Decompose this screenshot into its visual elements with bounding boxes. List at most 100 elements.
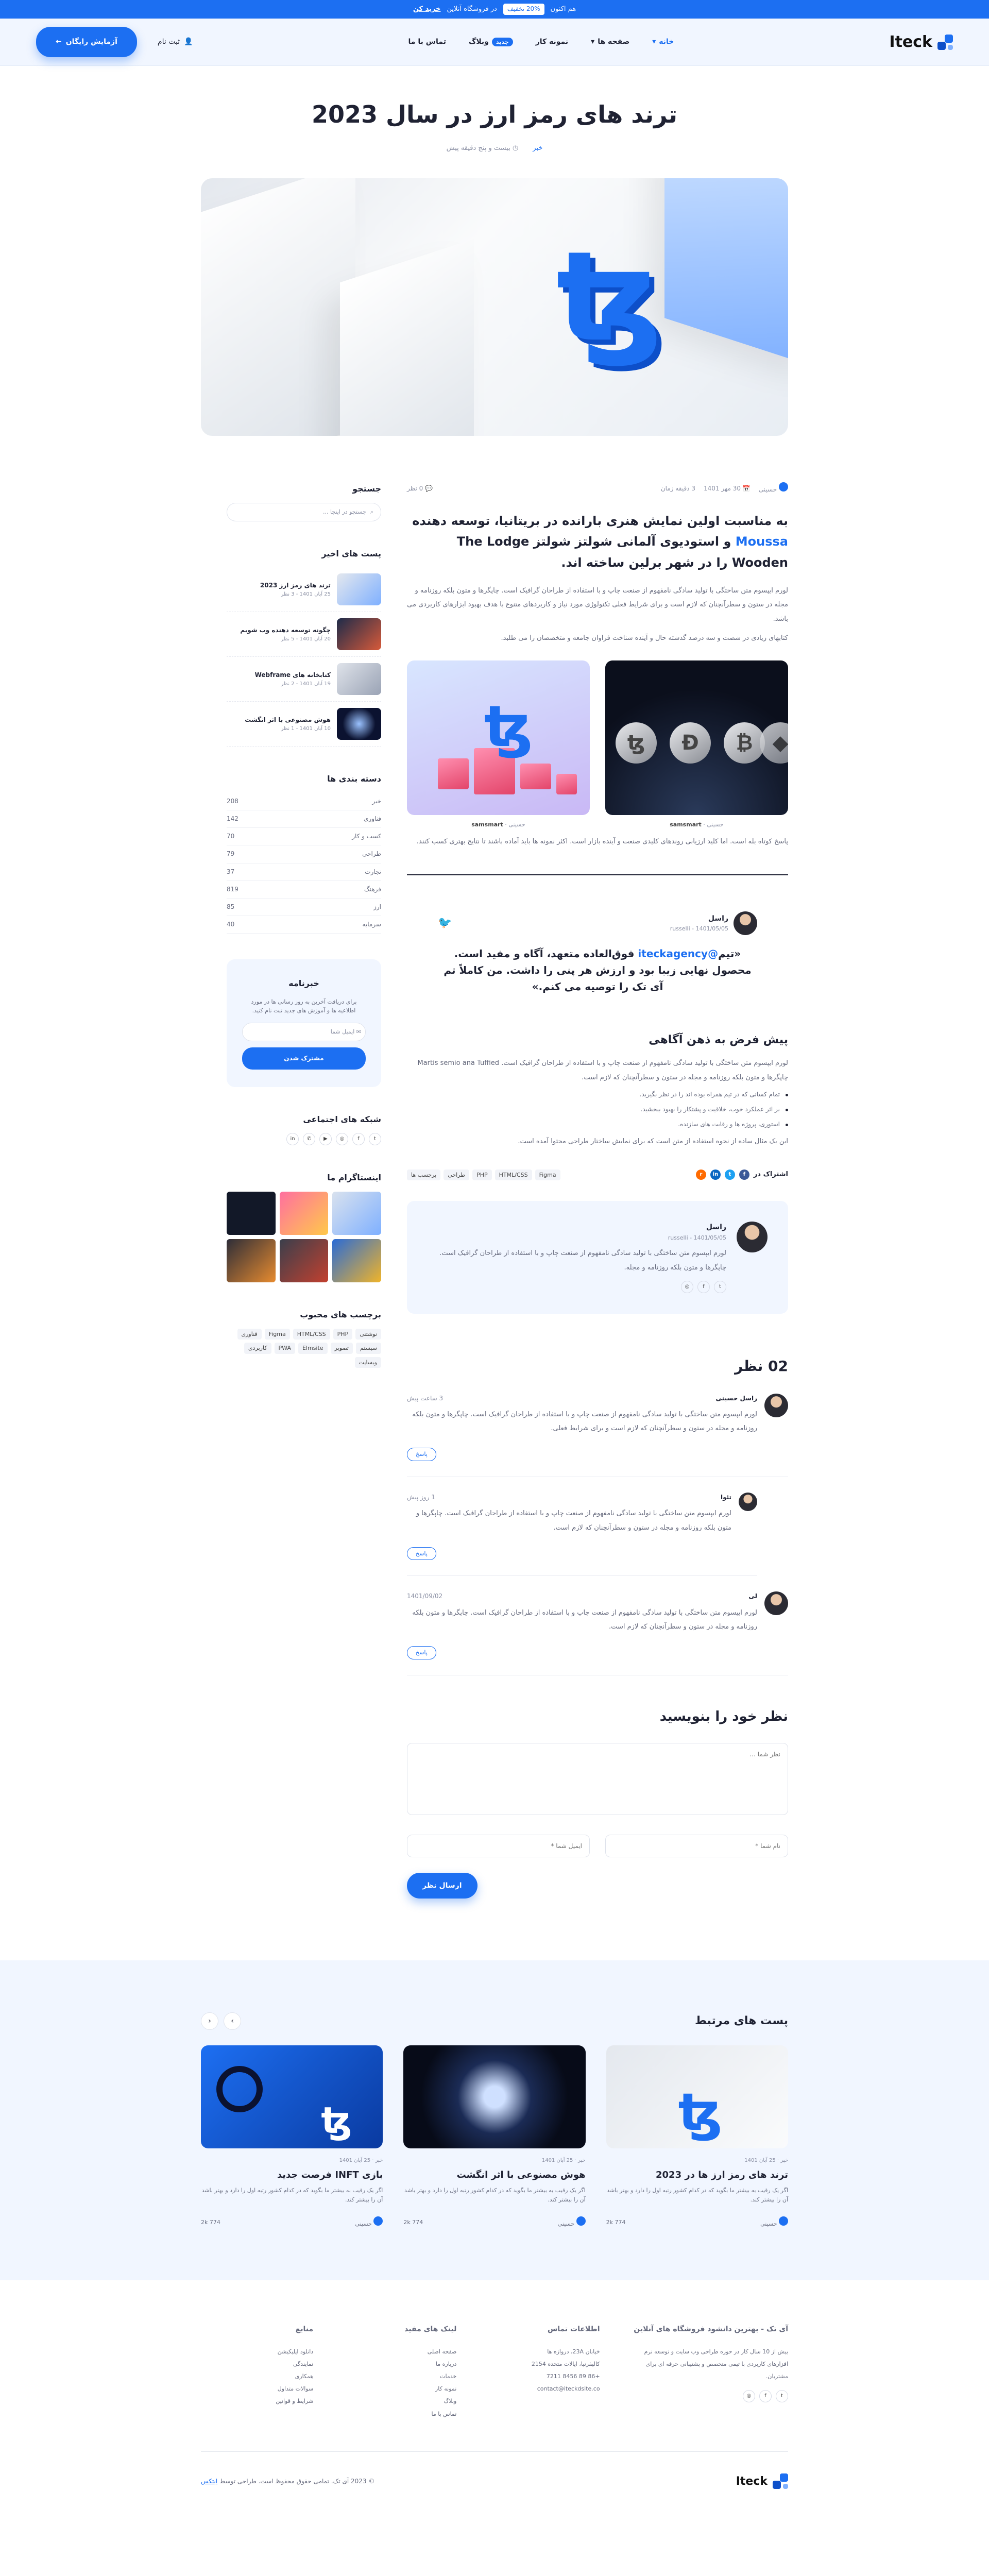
linkedin-icon[interactable]: in: [710, 1170, 721, 1180]
footer-link[interactable]: وبلاگ: [344, 2395, 457, 2408]
footer-link[interactable]: نمایندگی: [201, 2358, 313, 2370]
insta-image[interactable]: [227, 1239, 276, 1283]
arrow-left-icon[interactable]: ‹: [201, 2012, 218, 2030]
nav-pages[interactable]: صفحه ها ▾: [591, 36, 629, 47]
post-read-time: ◷ بیست و پنج دقیقه پیش: [446, 144, 519, 152]
twitter-icon[interactable]: t: [369, 1133, 381, 1146]
insta-image[interactable]: [227, 1192, 276, 1235]
rss-icon[interactable]: r: [695, 1170, 706, 1180]
name-input[interactable]: [605, 1834, 788, 1857]
quote-author-handle: russelli - 1401/05/05: [670, 925, 728, 933]
email-input[interactable]: [407, 1834, 590, 1857]
recent-post-item[interactable]: ترند های رمز ارز 2023 25 آبان 1401 - 3 نظ…: [227, 567, 381, 613]
category-item[interactable]: کسب و کار 70: [227, 828, 381, 846]
category-item[interactable]: خبر 208: [227, 793, 381, 810]
insta-image[interactable]: [279, 1192, 329, 1235]
facebook-icon[interactable]: f: [739, 1170, 749, 1180]
author-avatar: [779, 482, 788, 492]
tag[interactable]: PHP: [333, 1328, 353, 1340]
footer-link[interactable]: درباره ما: [344, 2358, 456, 2370]
submit-comment-button[interactable]: ارسال نظر: [407, 1872, 478, 1899]
logo[interactable]: Iteck: [889, 30, 953, 55]
footer-link[interactable]: همکاری: [201, 2370, 314, 2383]
tag[interactable]: سیستم: [356, 1343, 381, 1354]
newsletter-email-input[interactable]: ✉ ایمیل شما: [242, 1023, 366, 1041]
category-item[interactable]: تجارت 37: [227, 863, 381, 881]
avatar: [739, 1493, 757, 1512]
subscribe-button[interactable]: مشترک شدن: [242, 1047, 366, 1070]
recent-post-item[interactable]: چگونه توسعه دهنده وب شویم 20 آبان 1401 - …: [227, 612, 381, 657]
search-icon[interactable]: ⌕: [370, 507, 373, 517]
facebook-icon[interactable]: f: [352, 1133, 365, 1146]
category-item[interactable]: فناوری 142: [227, 810, 381, 828]
tag[interactable]: طراحی: [444, 1169, 470, 1181]
tag[interactable]: وبسایت: [354, 1357, 381, 1368]
promo-link[interactable]: خرید کن: [413, 4, 441, 15]
footer-link[interactable]: تماس با ما: [344, 2408, 457, 2420]
bullet-list: تمام کسانی که در تیم همراه بوده اند را د…: [407, 1090, 788, 1130]
footer-link[interactable]: خدمات: [344, 2370, 456, 2383]
tag[interactable]: Elmsite: [298, 1343, 328, 1354]
category-item[interactable]: سرمایه 40: [227, 916, 381, 934]
category-item[interactable]: طراحی 79: [227, 845, 381, 863]
tag[interactable]: کاربردی: [244, 1343, 271, 1354]
tag[interactable]: Figma: [535, 1169, 560, 1181]
avatar: [764, 1393, 788, 1417]
insta-image[interactable]: [332, 1192, 381, 1235]
reply-button[interactable]: پاسخ: [407, 1448, 436, 1462]
footer-link[interactable]: شرایط و قوانین: [201, 2395, 313, 2408]
whatsapp-icon[interactable]: ✆: [303, 1133, 315, 1146]
category-item[interactable]: فرهنگ 819: [227, 881, 381, 899]
widget-title: اینستاگرام ما: [327, 1173, 381, 1183]
twitter-icon[interactable]: t: [776, 2390, 788, 2403]
tag[interactable]: تصویر: [330, 1343, 353, 1354]
comment-textarea[interactable]: [407, 1743, 788, 1816]
post-comments-count[interactable]: 💬 0 نظر: [407, 484, 433, 494]
related-card[interactable]: ꜩ خبر · 25 آبان 1401 بازی INFT فرصت جدید…: [201, 2045, 383, 2229]
tag[interactable]: Figma: [264, 1328, 290, 1340]
footer-link[interactable]: سوالات متداول: [201, 2383, 313, 2395]
related-card[interactable]: خبر · 25 آبان 1401 هوش مصنوعی با اثر انگ…: [403, 2045, 586, 2229]
insta-image[interactable]: [279, 1239, 329, 1283]
insta-image[interactable]: [332, 1239, 381, 1283]
reply-button[interactable]: پاسخ: [407, 1547, 436, 1561]
comment-reply: تئوا 1 روز پیش لورم ایپسوم متن ساختگی با …: [407, 1493, 757, 1577]
related-card[interactable]: ꜩ خبر · 25 آبان 1401 ترند های رمز ارز ها…: [606, 2045, 788, 2229]
reply-button[interactable]: پاسخ: [407, 1646, 436, 1659]
linkedin-icon[interactable]: in: [286, 1133, 299, 1146]
footer-logo[interactable]: Iteck: [736, 2472, 788, 2490]
instagram-icon[interactable]: ◎: [336, 1133, 348, 1146]
tag[interactable]: PWA: [274, 1343, 295, 1354]
arrow-right-icon[interactable]: ›: [224, 2012, 241, 2030]
tag[interactable]: فناوری: [237, 1328, 262, 1340]
instagram-icon[interactable]: ◎: [743, 2390, 755, 2403]
facebook-icon[interactable]: f: [697, 1280, 710, 1293]
recent-post-item[interactable]: کتابخانه های Webframe 19 آبان 1401 - 2 نظ…: [227, 657, 381, 702]
recent-post-item[interactable]: هوش مصنوعی با اثر انگشت 10 آبان 1401 - 1 …: [227, 702, 381, 747]
footer-link[interactable]: دانلود اپلیکیشن: [201, 2346, 313, 2358]
copyright-link[interactable]: ایتکس: [201, 2478, 217, 2485]
facebook-icon[interactable]: f: [759, 2390, 772, 2403]
youtube-icon[interactable]: ▶: [319, 1133, 332, 1146]
twitter-icon[interactable]: t: [714, 1280, 726, 1293]
free-trial-button[interactable]: آزمایش رایگان ←: [36, 27, 137, 57]
tag[interactable]: PHP: [472, 1169, 492, 1181]
login-link[interactable]: 👤 ثبت نام: [158, 36, 193, 47]
nav-home[interactable]: خانه ▾: [652, 36, 674, 47]
post-category[interactable]: خبر: [533, 143, 542, 154]
footer-link[interactable]: نمونه کار: [344, 2383, 456, 2395]
category-item[interactable]: ارز 85: [227, 899, 381, 917]
tag[interactable]: نوشتنی: [355, 1328, 381, 1340]
nav-blog[interactable]: جدید وبلاگ: [469, 36, 513, 47]
footer-link[interactable]: صفحه اصلی: [344, 2346, 457, 2358]
twitter-icon[interactable]: 🐦: [438, 914, 452, 932]
nav-contact[interactable]: تماس با ما: [408, 36, 446, 47]
tag[interactable]: HTML/CSS: [494, 1169, 532, 1181]
nav-portfolio[interactable]: نمونه کار: [536, 36, 569, 47]
instagram-icon[interactable]: ◎: [681, 1280, 693, 1293]
twitter-icon[interactable]: t: [724, 1170, 735, 1180]
tag[interactable]: HTML/CSS: [293, 1328, 330, 1340]
post-author[interactable]: حسینی: [759, 482, 788, 495]
search-input[interactable]: ⌕ جستجو در اینجا ...: [227, 502, 381, 521]
calendar-icon: 📅: [741, 484, 751, 492]
